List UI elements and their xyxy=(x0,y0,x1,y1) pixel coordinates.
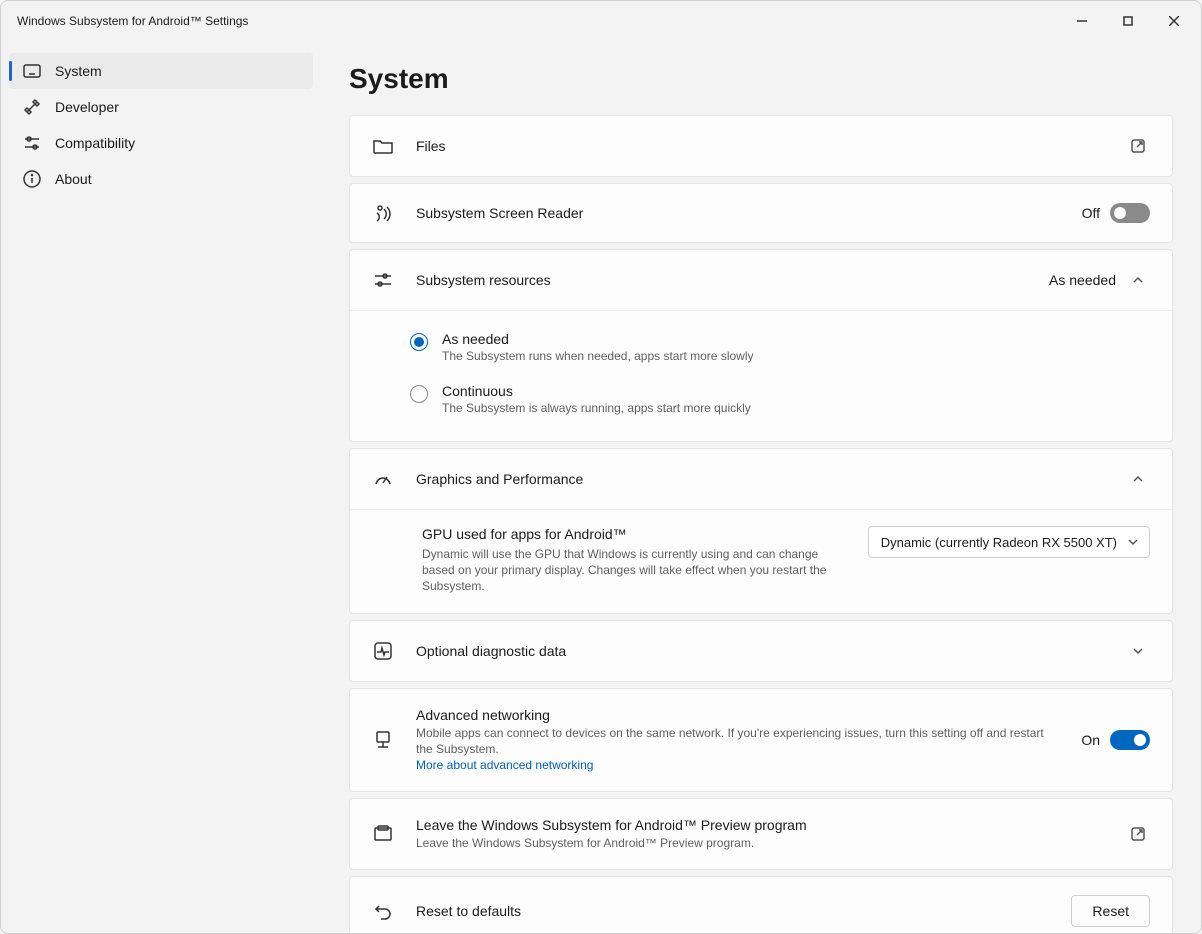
content: System Files xyxy=(321,41,1201,933)
resources-state: As needed xyxy=(1049,272,1116,288)
window-title: Windows Subsystem for Android™ Settings xyxy=(17,14,248,28)
reset-label: Reset to defaults xyxy=(416,903,1049,919)
resources-label: Subsystem resources xyxy=(416,272,1027,288)
sidebar-item-label: System xyxy=(55,63,102,79)
gpu-dropdown[interactable]: Dynamic (currently Radeon RX 5500 XT) xyxy=(868,526,1150,558)
resources-option-continuous[interactable]: Continuous The Subsystem is always runni… xyxy=(410,373,1150,425)
network-state: On xyxy=(1081,732,1100,748)
expand-button[interactable] xyxy=(1126,639,1150,663)
package-icon xyxy=(372,823,394,845)
resources-card: Subsystem resources As needed As needed xyxy=(349,249,1173,442)
titlebar: Windows Subsystem for Android™ Settings xyxy=(1,1,1201,41)
screen-reader-label: Subsystem Screen Reader xyxy=(416,205,1060,221)
maximize-button[interactable] xyxy=(1105,1,1151,41)
files-card[interactable]: Files xyxy=(349,115,1173,177)
network-toggle[interactable] xyxy=(1110,730,1150,750)
option-desc: The Subsystem runs when needed, apps sta… xyxy=(442,349,753,363)
sidebar-item-compatibility[interactable]: Compatibility xyxy=(9,125,313,161)
sidebar-item-label: Developer xyxy=(55,99,119,115)
option-desc: The Subsystem is always running, apps st… xyxy=(442,401,751,415)
page-title: System xyxy=(349,63,1173,95)
heartbeat-icon xyxy=(372,640,394,662)
tools-icon xyxy=(23,98,41,116)
resources-option-as-needed[interactable]: As needed The Subsystem runs when needed… xyxy=(410,321,1150,373)
preview-card[interactable]: Leave the Windows Subsystem for Android™… xyxy=(349,798,1173,870)
preview-label: Leave the Windows Subsystem for Android™… xyxy=(416,817,1104,833)
gpu-dropdown-value: Dynamic (currently Radeon RX 5500 XT) xyxy=(881,535,1117,550)
minimize-button[interactable] xyxy=(1059,1,1105,41)
radio-icon xyxy=(410,385,428,403)
open-external-button[interactable] xyxy=(1126,134,1150,158)
option-title: Continuous xyxy=(442,383,751,399)
screen-reader-toggle[interactable] xyxy=(1110,203,1150,223)
radio-icon xyxy=(410,333,428,351)
preview-desc: Leave the Windows Subsystem for Android™… xyxy=(416,835,1096,851)
sidebar-item-label: Compatibility xyxy=(55,135,135,151)
close-icon xyxy=(1169,16,1179,26)
maximize-icon xyxy=(1123,16,1133,26)
folder-icon xyxy=(372,135,394,157)
sidebar-item-developer[interactable]: Developer xyxy=(9,89,313,125)
sliders-icon xyxy=(372,269,394,291)
screen-reader-card: Subsystem Screen Reader Off xyxy=(349,183,1173,243)
network-icon xyxy=(372,729,394,751)
diag-card[interactable]: Optional diagnostic data xyxy=(349,620,1173,682)
diag-label: Optional diagnostic data xyxy=(416,643,1104,659)
accessibility-icon xyxy=(372,202,394,224)
chevron-up-icon xyxy=(1132,274,1144,286)
gpu-label: Graphics and Performance xyxy=(416,471,1104,487)
network-link[interactable]: More about advanced networking xyxy=(416,758,593,772)
network-label: Advanced networking xyxy=(416,707,1059,723)
resources-header[interactable]: Subsystem resources As needed xyxy=(350,250,1172,310)
sidebar-item-system[interactable]: System xyxy=(9,53,313,89)
info-icon xyxy=(23,170,41,188)
minimize-icon xyxy=(1077,16,1087,26)
open-external-button[interactable] xyxy=(1126,822,1150,846)
screen-reader-state: Off xyxy=(1082,205,1100,221)
open-external-icon xyxy=(1130,826,1146,842)
reset-card: Reset to defaults Reset xyxy=(349,876,1173,933)
undo-icon xyxy=(372,900,394,922)
app-window: Windows Subsystem for Android™ Settings … xyxy=(0,0,1202,934)
network-desc: Mobile apps can connect to devices on th… xyxy=(416,726,1044,756)
performance-icon xyxy=(372,468,394,490)
open-external-icon xyxy=(1130,138,1146,154)
collapse-button[interactable] xyxy=(1126,467,1150,491)
gpu-header[interactable]: Graphics and Performance xyxy=(350,449,1172,509)
collapse-button[interactable] xyxy=(1126,268,1150,292)
sidebar: System Developer Compatibility About xyxy=(1,41,321,933)
chevron-down-icon xyxy=(1127,536,1139,548)
files-label: Files xyxy=(416,138,1104,154)
sidebar-item-label: About xyxy=(55,171,92,187)
close-button[interactable] xyxy=(1151,1,1197,41)
option-title: As needed xyxy=(442,331,753,347)
gpu-row-desc: Dynamic will use the GPU that Windows is… xyxy=(422,546,840,595)
gpu-row-title: GPU used for apps for Android™ xyxy=(422,526,840,542)
reset-button[interactable]: Reset xyxy=(1071,895,1150,927)
chevron-down-icon xyxy=(1132,645,1144,657)
tablet-icon xyxy=(23,62,41,80)
gpu-card: Graphics and Performance GPU used for ap… xyxy=(349,448,1173,614)
chevron-up-icon xyxy=(1132,473,1144,485)
sliders-icon xyxy=(23,134,41,152)
sidebar-item-about[interactable]: About xyxy=(9,161,313,197)
network-card: Advanced networking Mobile apps can conn… xyxy=(349,688,1173,793)
